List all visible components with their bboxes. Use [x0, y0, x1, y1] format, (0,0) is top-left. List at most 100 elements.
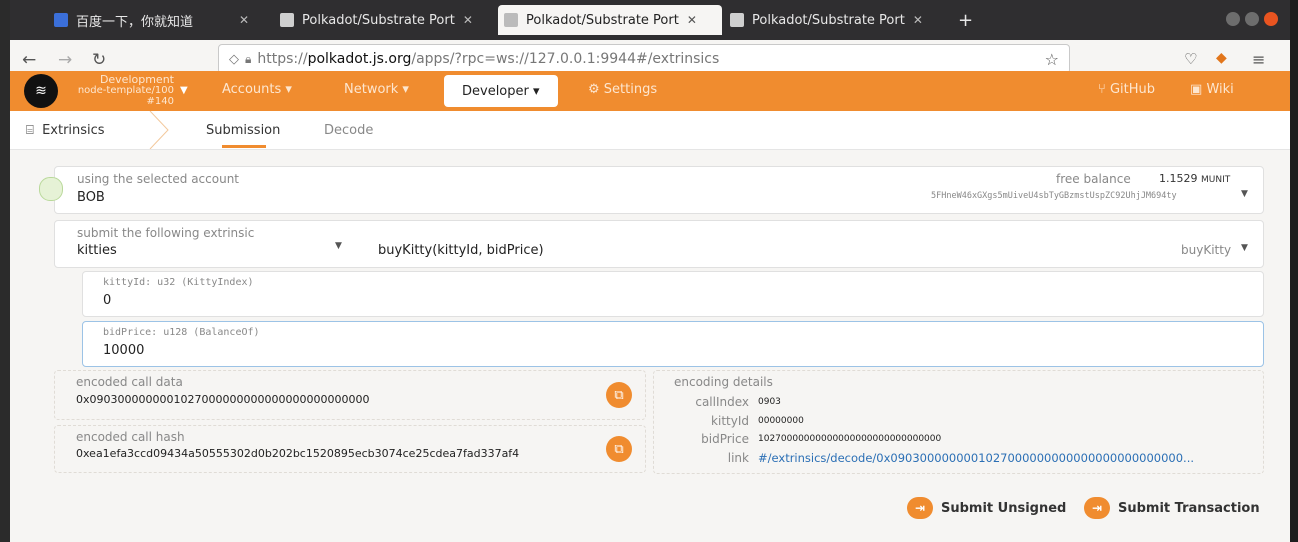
browser-window: 百度一下，你就知道 ✕ Polkadot/Substrate Port ✕ Po… [10, 0, 1290, 542]
metamask-icon[interactable]: ◆ [1216, 50, 1227, 66]
chain-version: node-template/100 [77, 85, 174, 96]
account-selector[interactable]: using the selected account BOB free bala… [39, 166, 1264, 214]
call-index-value: 0903 [758, 397, 781, 407]
tab-baidu[interactable]: 百度一下，你就知道 ✕ [54, 5, 249, 35]
tab-submission[interactable]: Submission [206, 123, 280, 138]
bid-price-input[interactable]: 10000 [103, 343, 144, 358]
kitty-id-label: kittyId: u32 (KittyIndex) [103, 277, 254, 288]
chain-selector[interactable]: Development node-template/100 #140 [72, 74, 174, 107]
new-tab-icon[interactable]: + [958, 5, 973, 35]
nav-github[interactable]: ⑂ GitHub [1098, 82, 1155, 97]
tab-decode[interactable]: Decode [324, 123, 373, 138]
book-icon: ▣ [1190, 82, 1203, 97]
chain-name: Development [99, 73, 174, 86]
balance-value: 1.1529 MUNIT [1159, 172, 1230, 185]
kitty-id-field[interactable]: kittyId: u32 (KittyIndex) 0 [82, 271, 1264, 317]
reload-icon[interactable]: ↻ [92, 50, 106, 70]
nav-settings[interactable]: ⚙ Settings [588, 82, 657, 97]
pocket-icon[interactable]: ♡ [1184, 50, 1197, 68]
active-tab-underline [222, 145, 266, 148]
url-prefix: https:// [257, 51, 308, 67]
forward-icon[interactable]: → [58, 50, 72, 70]
back-icon[interactable]: ← [22, 50, 36, 70]
polkadot-favicon-icon [504, 13, 518, 27]
encoded-call-data-box: encoded call data 0x09030000000010270000… [54, 370, 646, 420]
polkadot-favicon-icon [730, 13, 744, 27]
lock-icon: 🔒︎ [245, 51, 252, 66]
close-icon[interactable]: ✕ [687, 13, 697, 27]
chevron-down-icon[interactable]: ▼ [335, 241, 342, 251]
chevron-down-icon[interactable]: ▼ [1241, 243, 1248, 253]
module-select[interactable]: kitties [77, 243, 117, 258]
link-key: link [727, 451, 749, 465]
submit-transaction-button[interactable]: ⇥ Submit Transaction [1084, 497, 1260, 519]
menu-icon[interactable]: ≡ [1252, 50, 1265, 69]
account-label: using the selected account [77, 172, 240, 186]
submit-unsigned-button[interactable]: ⇥ Submit Unsigned [907, 497, 1066, 519]
bid-price-encoded: 10270000000000000000000000000000 [758, 434, 942, 444]
encoded-call-data-value: 0x09030000000010270000000000000000000000… [76, 393, 370, 406]
nav-network-label: Network [344, 82, 399, 97]
nav-accounts[interactable]: Accounts ▾ [222, 82, 292, 97]
tab-bar: 百度一下，你就知道 ✕ Polkadot/Substrate Port ✕ Po… [10, 0, 1290, 40]
submit-transaction-label: Submit Transaction [1118, 500, 1260, 516]
minimize-icon[interactable] [1226, 12, 1240, 26]
tab-polkadot-3[interactable]: Polkadot/Substrate Port ✕ [730, 5, 923, 35]
kitty-id-encoded: 00000000 [758, 416, 804, 426]
call-select[interactable]: buyKitty(kittyId, bidPrice) [378, 243, 544, 258]
tab-polkadot-active[interactable]: Polkadot/Substrate Port ✕ [498, 5, 722, 35]
tab-label: 百度一下，你就知道 [76, 14, 194, 30]
polkadot-logo-icon[interactable]: ≋ [24, 74, 58, 108]
window-close-icon[interactable] [1264, 12, 1278, 26]
url-bar[interactable]: ◇ 🔒︎ https://polkadot.js.org/apps/?rpc=w… [218, 44, 1070, 74]
url-host: polkadot.js.org [307, 51, 412, 67]
window-controls [1226, 12, 1278, 26]
nav-network[interactable]: Network ▾ [344, 82, 409, 97]
encoding-details-label: encoding details [674, 375, 773, 389]
nav-settings-label: Settings [603, 82, 658, 97]
account-identicon-icon [39, 177, 63, 201]
kitty-id-input[interactable]: 0 [103, 293, 111, 308]
sign-in-icon: ⇥ [907, 497, 933, 519]
close-icon[interactable]: ✕ [913, 13, 923, 27]
method-name: buyKitty [1181, 243, 1232, 257]
bookmark-star-icon[interactable]: ☆ [1045, 50, 1059, 69]
decode-link[interactable]: #/extrinsics/decode/0x090300000000102700… [758, 451, 1194, 465]
nav-developer[interactable]: Developer ▾ [444, 75, 558, 107]
encoded-call-data-label: encoded call data [76, 375, 183, 389]
polkadot-favicon-icon [280, 13, 294, 27]
nav-wiki[interactable]: ▣ Wiki [1190, 82, 1234, 97]
tab-label: Polkadot/Substrate Port [302, 12, 455, 28]
close-icon[interactable]: ✕ [239, 13, 249, 27]
section-label: Extrinsics [42, 123, 105, 138]
shield-icon: ◇ [229, 51, 239, 67]
chevron-down-icon[interactable]: ▼ [180, 85, 188, 96]
encoding-details-box: encoding details callIndex 0903 kittyId … [653, 370, 1264, 474]
balance-label: free balance [1056, 172, 1131, 186]
app-header: ≋ Development node-template/100 #140 ▼ A… [10, 71, 1290, 111]
background-editor-strip [0, 0, 10, 542]
tab-polkadot-1[interactable]: Polkadot/Substrate Port ✕ [280, 5, 473, 35]
chevron-down-icon[interactable]: ▼ [1241, 189, 1248, 199]
account-name: BOB [77, 190, 105, 205]
breadcrumb-chevron-icon [149, 111, 169, 149]
close-icon[interactable]: ✕ [463, 13, 473, 27]
chain-block: #140 [146, 96, 174, 107]
sign-in-icon: ⇥ [1084, 497, 1110, 519]
nav-github-label: GitHub [1109, 82, 1156, 97]
account-address: 5FHneW46xGXgs5mUiveU4sbTyGBzmstUspZC92Uh… [931, 191, 1177, 201]
tab-label: Polkadot/Substrate Port [752, 12, 905, 28]
submit-unsigned-label: Submit Unsigned [941, 500, 1067, 516]
extrinsics-section: ⌸ Extrinsics [26, 123, 105, 138]
sub-navigation: ⌸ Extrinsics Submission Decode [10, 111, 1290, 150]
kitty-id-key: kittyId [711, 414, 749, 428]
encoded-call-hash-box: encoded call hash 0xea1efa3ccd09434a5055… [54, 425, 646, 473]
maximize-icon[interactable] [1245, 12, 1259, 26]
extrinsics-icon: ⌸ [26, 123, 34, 138]
encoded-call-hash-label: encoded call hash [76, 430, 185, 444]
baidu-favicon-icon [54, 13, 68, 27]
encoded-call-hash-value: 0xea1efa3ccd09434a50555302d0b202bc152089… [76, 447, 520, 460]
url-path: /apps/?rpc=ws://127.0.0.1:9944#/extrinsi… [411, 51, 720, 67]
tab-label: Polkadot/Substrate Port [526, 12, 679, 28]
bid-price-field[interactable]: bidPrice: u128 (BalanceOf) 10000 [82, 321, 1264, 367]
